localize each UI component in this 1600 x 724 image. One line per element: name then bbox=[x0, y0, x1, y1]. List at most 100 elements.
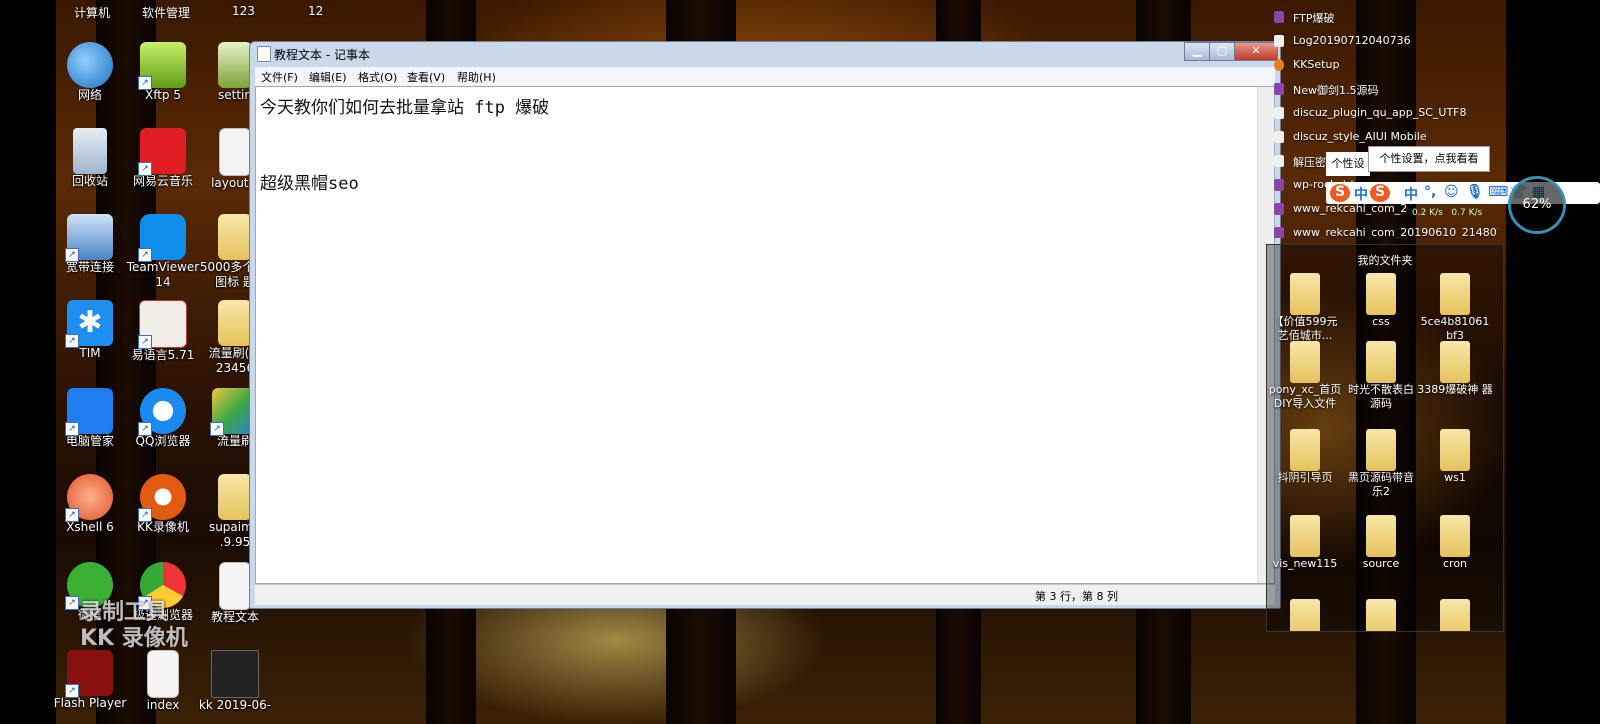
folder-icon bbox=[218, 214, 252, 260]
folder-item[interactable]: 黑页源码带音 乐2 bbox=[1343, 429, 1419, 499]
folder-item[interactable] bbox=[1267, 599, 1343, 631]
punctuation-icon[interactable]: °, bbox=[1424, 184, 1436, 200]
pc-manager-icon: ↗ bbox=[65, 388, 113, 436]
upload-speed: 0.2 K/s bbox=[1412, 208, 1443, 218]
recent-file[interactable]: New御剑1.5源码 bbox=[1274, 80, 1498, 100]
folder-icon bbox=[1290, 273, 1320, 315]
notepad-titlebar[interactable]: 教程文本 - 记事本 ▁ ▢ ✕ bbox=[250, 42, 1280, 64]
folder-item[interactable]: 时光不散表白 源码 bbox=[1343, 341, 1419, 411]
desktop-icon-xftp[interactable]: ↗ Xftp 5 bbox=[123, 42, 203, 103]
recent-file[interactable]: discuz_style_AIUI Mobile bbox=[1274, 128, 1498, 148]
microphone-icon[interactable]: 🎙 bbox=[1466, 184, 1484, 200]
screen-letterbox-right bbox=[1506, 0, 1600, 724]
desktop: 计算机 软件管理 123 12 网络 回收站 ↗ 宽带连接 ✱ ↗ TIM ↗ 电… bbox=[0, 0, 1600, 724]
folder-item[interactable]: 【价值599元 艺佰城市... bbox=[1267, 273, 1343, 343]
recent-file[interactable]: FTP爆破 bbox=[1274, 8, 1498, 28]
desktop-icon-index[interactable]: index bbox=[123, 650, 203, 713]
folder-icon bbox=[1366, 599, 1396, 631]
notepad-content: 今天教你们如何去批量拿站 ftp 爆破 超级黑帽seo bbox=[260, 98, 550, 194]
maximize-button[interactable]: ▢ bbox=[1209, 42, 1235, 61]
menu-file[interactable]: 文件(F) bbox=[261, 69, 298, 85]
sogou-logo-icon[interactable]: S bbox=[1330, 184, 1350, 202]
menu-format[interactable]: 格式(O) bbox=[358, 69, 397, 85]
archive-icon bbox=[1274, 83, 1284, 95]
folder-item[interactable]: ws1 bbox=[1417, 429, 1493, 485]
desktop-icon-eyuyan[interactable]: ↗ 易语言5.71 bbox=[123, 300, 203, 363]
menu-help[interactable]: 帮助(H) bbox=[457, 69, 496, 85]
tim-icon: ✱ ↗ bbox=[65, 300, 113, 348]
desktop-icon-broadband[interactable]: ↗ 宽带连接 bbox=[50, 214, 130, 275]
xshell-icon: ↗ bbox=[65, 474, 113, 522]
desktop-icon-qq-browser[interactable]: ↗ QQ浏览器 bbox=[123, 388, 203, 449]
document-icon bbox=[218, 42, 252, 88]
qq-browser-icon: ↗ bbox=[138, 388, 186, 436]
recent-file[interactable]: KKSetup bbox=[1274, 56, 1498, 76]
notepad-title: 教程文本 - 记事本 bbox=[274, 48, 370, 62]
desktop-icon-tim[interactable]: ✱ ↗ TIM bbox=[50, 300, 130, 361]
broadband-icon: ↗ bbox=[65, 214, 113, 262]
recorder-watermark: 录制工具 KK 录像机 bbox=[80, 600, 188, 651]
desktop-label-12[interactable]: 12 bbox=[308, 4, 323, 18]
ime-mode-toggle[interactable]: 中 bbox=[1354, 184, 1368, 204]
folder-item[interactable]: 3389爆破神 器 bbox=[1417, 341, 1493, 397]
folder-item[interactable]: css bbox=[1343, 273, 1419, 329]
folder-icon bbox=[218, 474, 252, 520]
folder-icon bbox=[1290, 341, 1320, 383]
ime-mode-indicator[interactable]: 中 bbox=[1404, 184, 1418, 204]
video-icon bbox=[211, 650, 259, 698]
folder-icon bbox=[1440, 429, 1470, 471]
folder-item[interactable] bbox=[1417, 599, 1493, 631]
folder-item[interactable]: 抖阴引导页 bbox=[1267, 429, 1343, 485]
emoji-icon[interactable]: ☺ bbox=[1444, 184, 1459, 200]
document-icon bbox=[1274, 107, 1284, 119]
desktop-icon-network[interactable]: 网络 bbox=[50, 42, 130, 103]
desktop-icon-kk-video[interactable]: kk 2019-06- bbox=[195, 650, 275, 713]
sogou-logo-icon[interactable]: S bbox=[1370, 184, 1390, 202]
teamviewer-icon: ↗ bbox=[138, 214, 186, 262]
recent-file[interactable]: Log20190712040736 bbox=[1274, 32, 1498, 52]
folder-item[interactable]: cron bbox=[1417, 515, 1493, 571]
minimize-button[interactable]: ▁ bbox=[1184, 42, 1210, 61]
folder-item[interactable]: pony_xc_首页 DIY导入文件 bbox=[1267, 341, 1343, 411]
my-folders-panel: 我的文件夹 【价值599元 艺佰城市... css 5ce4b81061 bf3… bbox=[1266, 244, 1504, 632]
folder-item[interactable]: vis_new115 bbox=[1267, 515, 1343, 571]
menu-view[interactable]: 查看(V) bbox=[407, 69, 445, 85]
desktop-icon-xshell[interactable]: ↗ Xshell 6 bbox=[50, 474, 130, 535]
folder-item[interactable]: source bbox=[1343, 515, 1419, 571]
desktop-icon-flash-player[interactable]: ↗ Flash Player bbox=[50, 650, 130, 711]
screen-letterbox-left bbox=[0, 0, 56, 724]
desktop-icon-kk-recorder[interactable]: ↗ KK录像机 bbox=[123, 474, 203, 535]
notepad-window[interactable]: 教程文本 - 记事本 ▁ ▢ ✕ 文件(F) 编辑(E) 格式(O) 查看(V)… bbox=[249, 41, 1281, 609]
recycle-bin-icon bbox=[73, 128, 107, 174]
notepad-text-area[interactable]: 今天教你们如何去批量拿站 ftp 爆破 超级黑帽seo bbox=[255, 86, 1275, 584]
document-icon bbox=[147, 650, 179, 698]
tooltip-shadow: 个性设 bbox=[1326, 152, 1370, 176]
desktop-icon-pc-manager[interactable]: ↗ 电脑管家 bbox=[50, 388, 130, 449]
desktop-label-software[interactable]: 软件管理 bbox=[142, 4, 190, 21]
folder-icon bbox=[1290, 429, 1320, 471]
folder-icon bbox=[1366, 341, 1396, 383]
folder-icon bbox=[1366, 515, 1396, 557]
desktop-icon-netease-music[interactable]: ↗ 网易云音乐 bbox=[123, 128, 203, 189]
desktop-label-123[interactable]: 123 bbox=[232, 4, 255, 18]
notepad-menubar: 文件(F) 编辑(E) 格式(O) 查看(V) 帮助(H) bbox=[255, 67, 1275, 86]
desktop-icon-recycle-bin[interactable]: 回收站 bbox=[50, 128, 130, 189]
folder-item[interactable]: 5ce4b81061 bf3 bbox=[1417, 273, 1493, 343]
document-icon bbox=[1274, 35, 1284, 47]
keyboard-icon[interactable]: ⌨ bbox=[1488, 184, 1508, 200]
ime-settings-tooltip: 个性设置，点我看看 bbox=[1368, 146, 1490, 172]
xftp-icon: ↗ bbox=[138, 42, 186, 90]
menu-edit[interactable]: 编辑(E) bbox=[309, 69, 347, 85]
desktop-icon-teamviewer[interactable]: ↗ TeamViewer 14 bbox=[123, 214, 203, 290]
folder-icon bbox=[1440, 273, 1470, 315]
notepad-icon bbox=[257, 46, 271, 62]
my-folders-header: 我的文件夹 bbox=[1357, 254, 1413, 267]
recent-file[interactable]: discuz_plugin_qu_app_SC_UTF8 bbox=[1274, 104, 1498, 124]
archive-icon bbox=[1274, 179, 1284, 191]
desktop-label-computer[interactable]: 计算机 bbox=[74, 4, 110, 21]
recent-file[interactable]: www_rekcahi_com_20190610_214807 bbox=[1274, 224, 1498, 238]
document-icon bbox=[1274, 155, 1284, 167]
memory-gauge[interactable]: 62% bbox=[1508, 176, 1566, 234]
flash-player-icon: ↗ bbox=[65, 650, 113, 698]
folder-item[interactable] bbox=[1343, 599, 1419, 631]
